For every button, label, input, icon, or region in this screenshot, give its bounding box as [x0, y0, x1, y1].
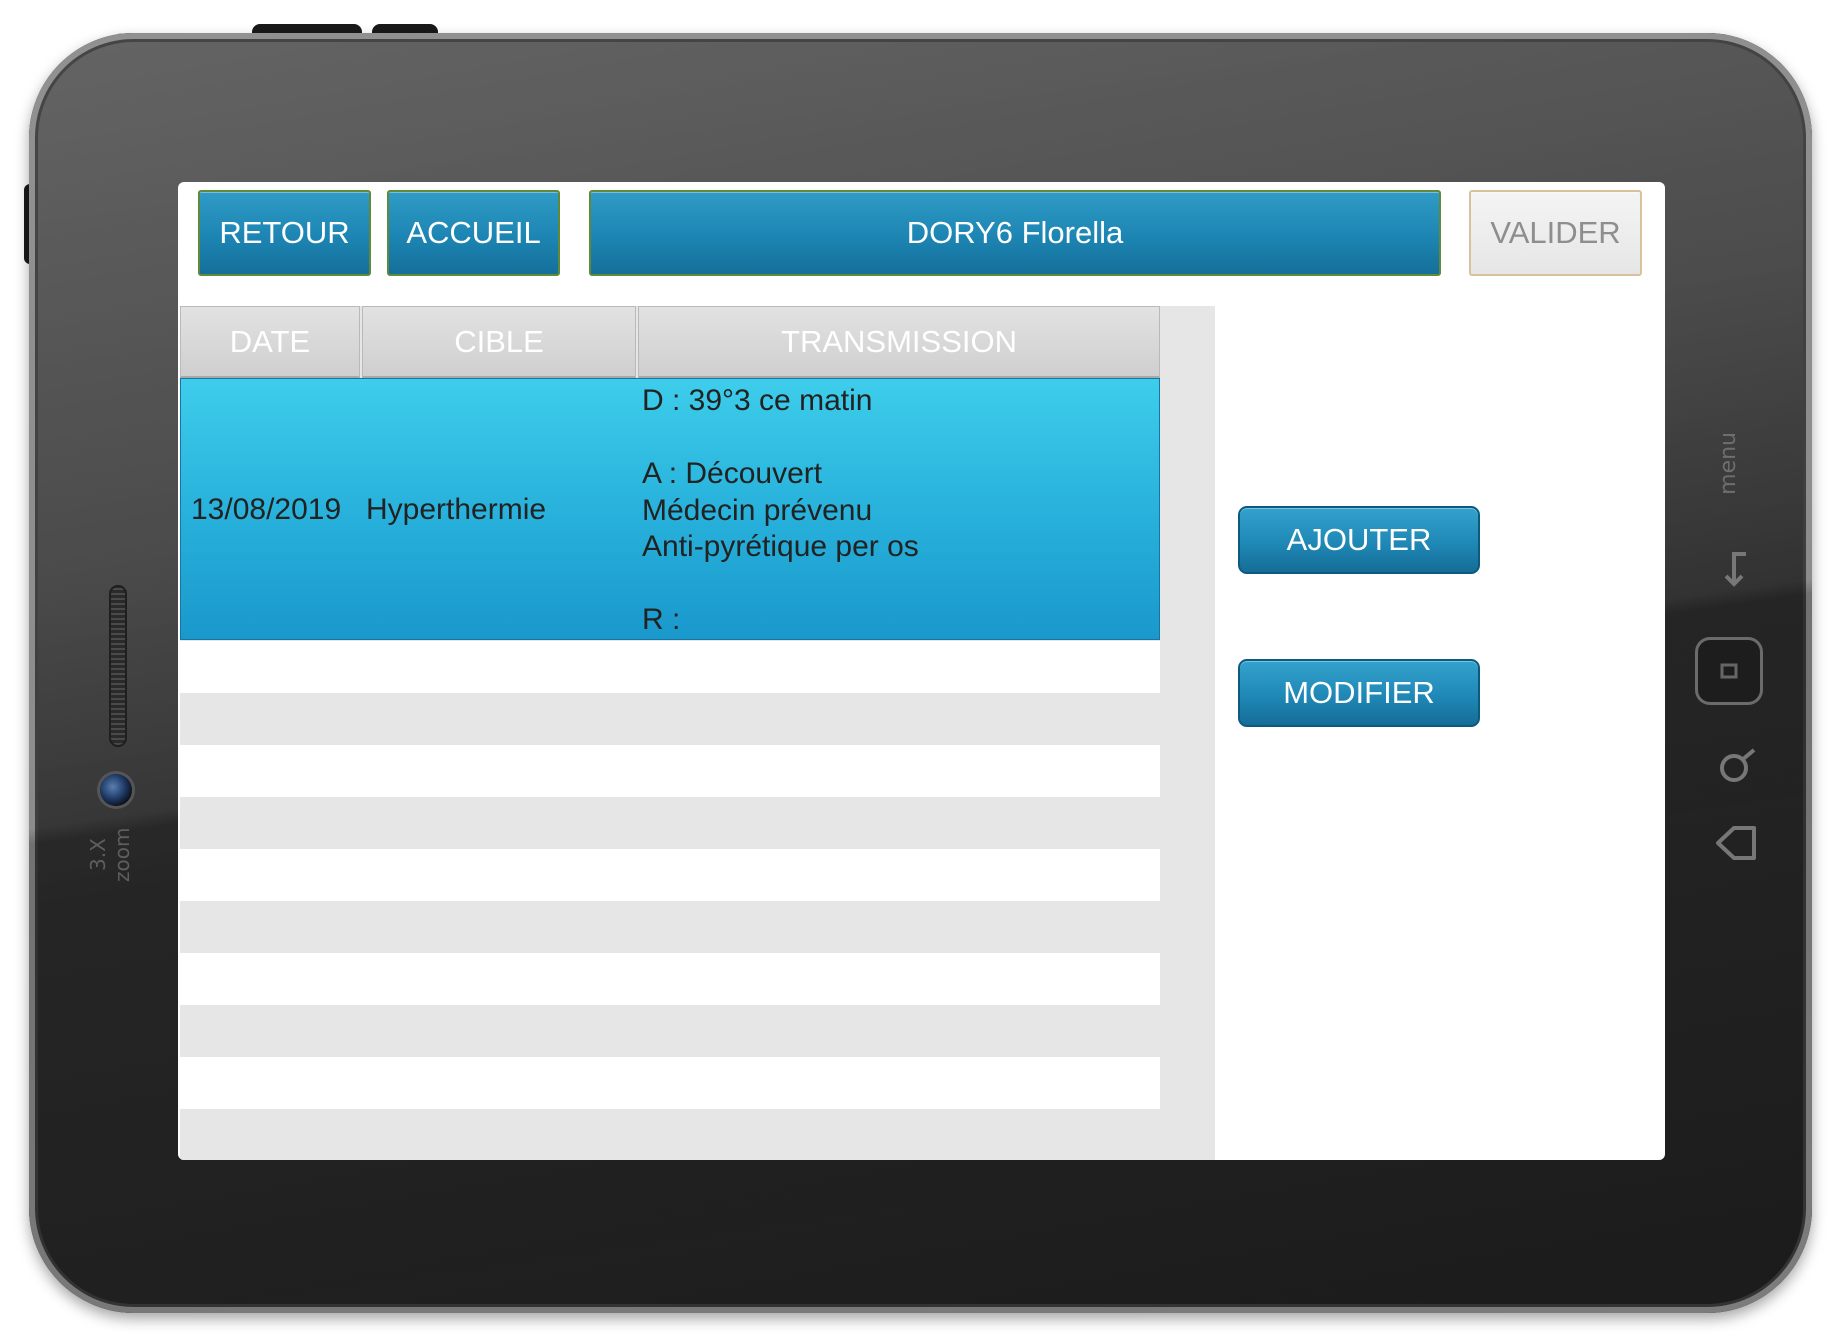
- transmission-line: [642, 566, 1152, 603]
- empty-row: [180, 797, 1160, 849]
- menu-label: menu: [1716, 432, 1741, 495]
- empty-row: [180, 1057, 1160, 1109]
- transmission-line: Médecin prévenu: [642, 493, 873, 527]
- validate-button[interactable]: VALIDER: [1469, 190, 1642, 276]
- home-button[interactable]: ACCUEIL: [387, 190, 560, 276]
- back-arrow-icon: [1724, 552, 1746, 587]
- empty-row: [180, 901, 1160, 953]
- transmission-line: D : 39°3 ce matin: [642, 384, 873, 417]
- transmission-line: Anti-pyrétique per os: [642, 530, 919, 563]
- cell-date: 13/08/2019: [191, 493, 342, 526]
- speaker-grille: [109, 585, 127, 747]
- camera-lens-icon: [100, 774, 132, 806]
- home-key: [1698, 640, 1760, 702]
- transmission-line: [642, 420, 1152, 457]
- search-key-icon: [1720, 748, 1756, 782]
- empty-row: [180, 641, 1160, 693]
- transmissions-table: DATE CIBLE TRANSMISSION 13/08/2019 Hyper…: [180, 306, 1215, 1160]
- return-key-icon: [1716, 826, 1756, 860]
- empty-row: [180, 849, 1160, 901]
- add-button[interactable]: AJOUTER: [1238, 506, 1480, 574]
- home-square-icon: [1720, 663, 1738, 679]
- cell-cible: Hyperthermie: [366, 493, 547, 526]
- camera-zoom-label: 3.X zoom: [86, 827, 134, 883]
- column-header-date[interactable]: DATE: [180, 306, 360, 378]
- column-header-transmission[interactable]: TRANSMISSION: [638, 306, 1160, 378]
- table-row[interactable]: 13/08/2019 Hyperthermie D : 39°3 ce mati…: [180, 378, 1160, 640]
- modify-button[interactable]: MODIFIER: [1238, 659, 1480, 727]
- transmission-line: A : Découvert: [642, 457, 823, 490]
- back-button[interactable]: RETOUR: [198, 190, 371, 276]
- empty-row: [180, 1005, 1160, 1057]
- patient-name-bar: DORY6 Florella: [589, 190, 1441, 276]
- empty-row: [180, 745, 1160, 797]
- empty-row: [180, 693, 1160, 745]
- app-screen: RETOUR ACCUEIL DORY6 Florella VALIDER DA…: [178, 182, 1665, 1160]
- empty-row: [180, 953, 1160, 1005]
- cell-transmission: D : 39°3 ce matin A : Découvert Médecin …: [642, 383, 1152, 639]
- transmission-line: R :: [642, 603, 681, 636]
- column-header-cible[interactable]: CIBLE: [362, 306, 636, 378]
